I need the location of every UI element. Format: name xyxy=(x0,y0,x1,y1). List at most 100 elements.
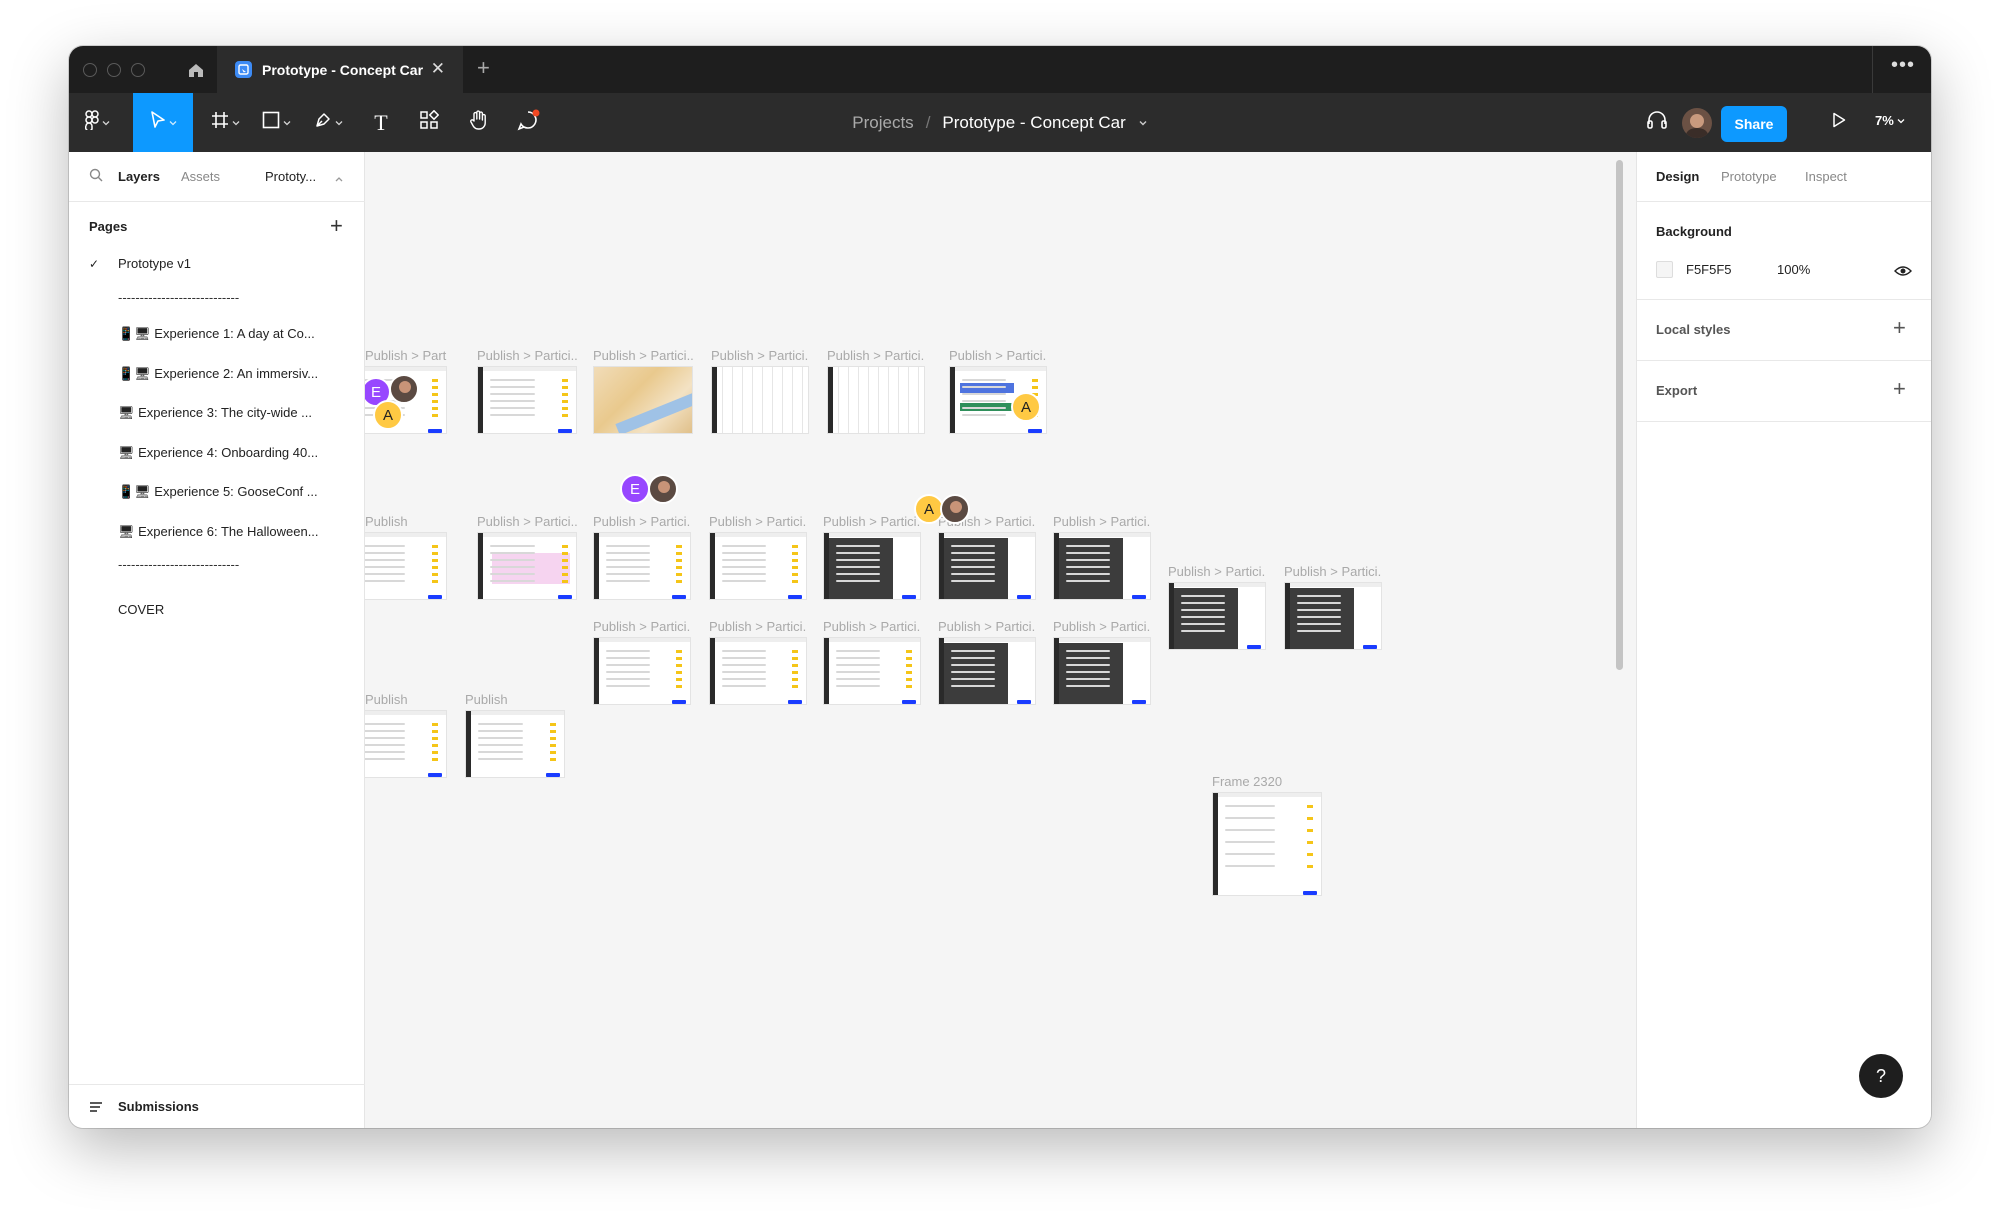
page-item-experience-2[interactable]: 📱🖥 Experience 2: An immersiv... xyxy=(118,366,318,382)
canvas-frame[interactable] xyxy=(365,710,447,778)
audio-button[interactable] xyxy=(1637,93,1677,152)
text-tool-button[interactable]: T xyxy=(361,93,401,152)
frame-label[interactable]: Publish > Partici... xyxy=(949,348,1047,363)
submissions-bar[interactable]: Submissions xyxy=(69,1084,365,1128)
frame-label[interactable]: Publish > Partici... xyxy=(477,514,577,529)
page-selector[interactable]: Prototy... xyxy=(265,169,316,184)
frame-label[interactable]: Publish > Partici... xyxy=(823,619,921,634)
zoom-window-button[interactable] xyxy=(131,63,145,77)
main-menu-button[interactable] xyxy=(77,93,117,152)
page-item-experience-4[interactable]: 🖥 Experience 4: Onboarding 40... xyxy=(118,445,318,461)
canvas-frame[interactable] xyxy=(711,366,809,434)
frame-label[interactable]: Publish > Partici... xyxy=(711,348,809,363)
frame-label[interactable]: Publish > Partici... xyxy=(938,619,1036,634)
collaborator-photo-avatar[interactable] xyxy=(648,474,678,504)
tab-prototype[interactable]: Prototype xyxy=(1721,169,1777,184)
canvas-frame[interactable] xyxy=(465,710,565,778)
canvas-frame[interactable] xyxy=(938,637,1036,705)
breadcrumb-projects[interactable]: Projects xyxy=(852,113,913,133)
canvas-frame[interactable] xyxy=(709,532,807,600)
collaborator-avatar[interactable]: A xyxy=(373,400,403,430)
vertical-scrollbar[interactable] xyxy=(1616,160,1623,670)
chevron-down-icon[interactable] xyxy=(1138,113,1148,133)
frame-label[interactable]: Publish > Partici... xyxy=(1053,619,1151,634)
canvas-frame[interactable] xyxy=(1284,582,1382,650)
user-avatar-button[interactable] xyxy=(1677,93,1717,152)
frame-label[interactable]: Publish > Partici... xyxy=(827,348,925,363)
frame-label[interactable]: Publish > Partici... xyxy=(1168,564,1266,579)
frame-label[interactable]: Publish xyxy=(365,692,408,707)
canvas-frame[interactable] xyxy=(1168,582,1266,650)
page-separator[interactable]: ---------------------------- xyxy=(118,557,239,572)
frame-label[interactable]: Publish > Partici... xyxy=(477,348,577,363)
frame-label[interactable]: Publish > Partici... xyxy=(1284,564,1382,579)
tab-inspect[interactable]: Inspect xyxy=(1805,169,1847,184)
canvas-frame[interactable] xyxy=(593,366,693,434)
collaborator-avatar[interactable]: A xyxy=(1011,392,1041,422)
canvas-frame[interactable] xyxy=(1212,792,1322,896)
canvas-frame[interactable] xyxy=(709,637,807,705)
zoom-menu[interactable]: 7% xyxy=(1875,113,1905,128)
canvas-frame[interactable] xyxy=(823,637,921,705)
page-item-experience-5[interactable]: 📱🖥 Experience 5: GooseConf ... xyxy=(118,484,318,500)
home-icon[interactable] xyxy=(181,56,211,84)
frame-label[interactable]: Publish > Partici... xyxy=(365,348,447,363)
pen-tool-button[interactable] xyxy=(305,93,351,152)
page-item-experience-1[interactable]: 📱🖥 Experience 1: A day at Co... xyxy=(118,326,315,342)
search-icon[interactable] xyxy=(89,168,103,187)
file-tab[interactable]: Prototype - Concept Car ✕ xyxy=(217,46,463,93)
shape-tool-button[interactable] xyxy=(253,93,299,152)
add-export-icon[interactable]: + xyxy=(1893,378,1906,400)
add-style-icon[interactable]: + xyxy=(1893,317,1906,339)
page-item-cover[interactable]: COVER xyxy=(118,602,164,617)
close-tab-icon[interactable]: ✕ xyxy=(431,59,445,79)
frame-label[interactable]: Publish xyxy=(465,692,508,707)
canvas-frame[interactable] xyxy=(593,637,691,705)
frame-label[interactable]: Publish > Partici... xyxy=(593,514,691,529)
frame-label[interactable]: Publish > Partici... xyxy=(823,514,921,529)
canvas-frame[interactable] xyxy=(477,366,577,434)
frame-tool-button[interactable] xyxy=(203,93,247,152)
background-hex[interactable]: F5F5F5 xyxy=(1686,262,1732,277)
minimize-window-button[interactable] xyxy=(107,63,121,77)
tab-design[interactable]: Design xyxy=(1656,169,1699,184)
canvas-frame[interactable] xyxy=(477,532,577,600)
tab-assets[interactable]: Assets xyxy=(181,169,220,184)
frame-label[interactable]: Publish > Partici... xyxy=(709,619,807,634)
frame-label[interactable]: Publish > Partici... xyxy=(593,619,691,634)
canvas[interactable]: Publish > Partici... Publish > Partici...… xyxy=(365,152,1636,1128)
help-button[interactable]: ? xyxy=(1859,1054,1903,1098)
page-separator[interactable]: ---------------------------- xyxy=(118,290,239,305)
collaborator-avatar[interactable]: E xyxy=(620,474,650,504)
page-item-prototype-v1[interactable]: Prototype v1 xyxy=(118,256,191,271)
frame-label[interactable]: Publish > Partici... xyxy=(709,514,807,529)
chevron-up-icon[interactable] xyxy=(334,170,344,188)
hand-tool-button[interactable] xyxy=(457,93,501,152)
canvas-frame[interactable] xyxy=(1053,637,1151,705)
collaborator-photo-avatar[interactable] xyxy=(389,374,419,404)
tab-layers[interactable]: Layers xyxy=(118,169,160,184)
background-opacity[interactable]: 100% xyxy=(1777,262,1810,277)
page-item-experience-3[interactable]: 🖥 Experience 3: The city-wide ... xyxy=(118,405,312,421)
page-item-experience-6[interactable]: 🖥 Experience 6: The Halloween... xyxy=(118,524,319,540)
file-name[interactable]: Prototype - Concept Car xyxy=(942,113,1125,133)
resources-button[interactable] xyxy=(409,93,449,152)
canvas-frame[interactable] xyxy=(365,532,447,600)
frame-label[interactable]: Publish xyxy=(365,514,408,529)
background-swatch[interactable] xyxy=(1656,261,1673,278)
canvas-frame[interactable] xyxy=(938,532,1036,600)
add-page-icon[interactable]: + xyxy=(330,215,343,237)
collaborator-photo-avatar[interactable] xyxy=(940,494,970,524)
canvas-frame[interactable] xyxy=(823,532,921,600)
present-button[interactable] xyxy=(1819,93,1859,152)
eye-icon[interactable] xyxy=(1894,264,1912,282)
frame-label[interactable]: Publish > Partici... xyxy=(593,348,693,363)
canvas-frame[interactable] xyxy=(1053,532,1151,600)
comment-tool-button[interactable] xyxy=(507,93,551,152)
share-button[interactable]: Share xyxy=(1721,106,1787,142)
more-options-icon[interactable]: ••• xyxy=(1891,54,1915,77)
canvas-frame[interactable] xyxy=(593,532,691,600)
canvas-frame[interactable] xyxy=(827,366,925,434)
move-tool-button[interactable] xyxy=(133,93,193,152)
close-window-button[interactable] xyxy=(83,63,97,77)
